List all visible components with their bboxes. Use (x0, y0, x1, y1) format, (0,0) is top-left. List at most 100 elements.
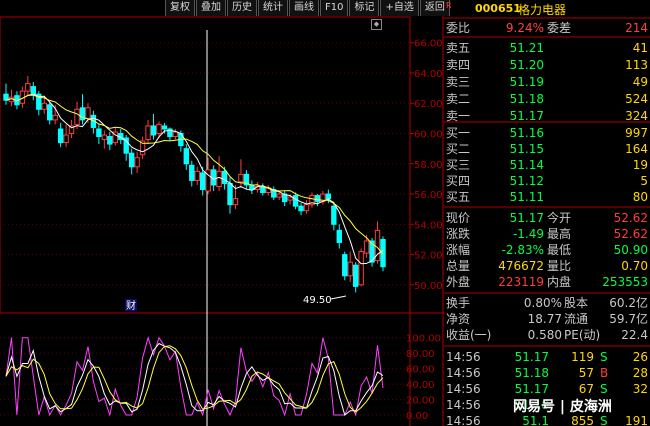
quote-label: 量比 (547, 259, 571, 273)
y-tick-label: 58.00 (414, 160, 443, 171)
finance-marker: 财 (126, 299, 136, 312)
toolbar-button-7[interactable]: +自选 (380, 0, 419, 16)
candle-body (358, 251, 364, 286)
quote-value: 476672 (498, 259, 544, 273)
buy-vol-3: 19 (633, 158, 648, 172)
quote-label: 总量 (446, 259, 470, 273)
candle-body (145, 125, 151, 141)
candle-body (363, 240, 370, 254)
toolbar-button-6[interactable]: 标记 (349, 0, 380, 16)
candle-body (238, 173, 244, 183)
sell-price-1: 51.17 (510, 109, 544, 123)
quote-label: 现价 (446, 211, 470, 225)
candle-body (342, 254, 348, 277)
tick-bs: S (600, 382, 608, 396)
y-tick-label: 54.00 (414, 220, 443, 231)
r-badge: R (446, 1, 452, 10)
tick-bs: S (600, 350, 608, 364)
y-tick-label: 50.00 (414, 281, 443, 292)
sell-vol-3: 49 (633, 75, 648, 89)
candle-body (107, 136, 113, 145)
fund-label: 换手 (446, 296, 470, 310)
weicha-value: 214 (625, 21, 648, 35)
tick-bs: B (600, 366, 608, 380)
ind-tick-label: 100.00 (406, 334, 441, 345)
quote-value: -2.83% (502, 243, 544, 257)
ma5-line (5, 93, 384, 265)
tick-price: 51.17 (515, 382, 549, 396)
sell-vol-1: 324 (625, 109, 648, 123)
weicha-label: 委差 (547, 21, 571, 35)
sell-label-4: 卖四 (446, 58, 470, 72)
tick-vol: 119 (571, 350, 594, 364)
stock-code[interactable]: 000651 (475, 2, 521, 15)
tick-time: 14:56 (446, 414, 481, 426)
candle-body (331, 205, 337, 225)
stock-name[interactable]: 格力电器 (518, 1, 566, 18)
sell-vol-2: 524 (625, 92, 648, 106)
buy-label-5: 买五 (446, 190, 470, 204)
candle-body (52, 114, 58, 121)
candle-body (325, 193, 332, 200)
ma10-line (5, 94, 384, 255)
candle-body (41, 102, 47, 110)
candle-body (96, 128, 102, 138)
tick-count: 32 (633, 382, 648, 396)
candle-body (336, 229, 342, 243)
ind-tick-label: 80.00 (406, 349, 435, 360)
quote-value: 52.62 (614, 211, 648, 225)
tick-vol: 67 (579, 382, 594, 396)
quote-panel: 委比 9.24% 委差 214 卖五 51.21 41 卖四 51.20 113 卖三 51.19 49… (444, 17, 650, 426)
toolbar-button-0[interactable]: 复权 (165, 0, 195, 16)
candle-body (292, 195, 299, 207)
fund-label: 净资 (446, 312, 470, 326)
quote-value: 253553 (602, 275, 648, 289)
sell-vol-4: 113 (625, 58, 648, 72)
gear-icon[interactable]: ◆ (371, 19, 382, 30)
candle-body (303, 204, 310, 212)
sell-label-1: 卖一 (446, 109, 470, 123)
candle-body (287, 196, 293, 201)
toolbar-button-5[interactable]: F10 (320, 0, 349, 16)
fund-value: 59.7亿 (609, 311, 648, 326)
candle-body (183, 148, 190, 165)
toolbar-button-1[interactable]: 叠加 (196, 0, 226, 16)
toolbar-button-2[interactable]: 历史 (227, 0, 257, 16)
candle-body (25, 83, 31, 92)
j-line (5, 345, 384, 413)
buy-price-5: 51.11 (510, 190, 544, 204)
quote-value: 223119 (498, 275, 544, 289)
sell-price-2: 51.18 (510, 92, 544, 106)
quote-label: 最低 (547, 243, 571, 257)
tick-vol: 57 (579, 366, 594, 380)
low-arrow (330, 295, 347, 300)
ind-tick-label: 0.00 (406, 411, 428, 422)
toolbar-button-4[interactable]: 画线 (289, 0, 319, 16)
sell-price-5: 51.21 (510, 41, 544, 55)
ind-tick-label: 20.00 (406, 396, 435, 407)
quote-value: 51.17 (510, 211, 544, 225)
candle-body (276, 193, 282, 198)
toolbar-button-3[interactable]: 统计 (258, 0, 288, 16)
candle-body (128, 152, 135, 168)
tick-price: 51.18 (515, 366, 549, 380)
candle-body (194, 170, 200, 181)
y-tick-label: 60.00 (414, 130, 443, 141)
sell-label-3: 卖三 (446, 75, 470, 89)
buy-vol-1: 997 (625, 126, 648, 140)
candle-body (74, 108, 80, 125)
y-tick-label: 66.00 (414, 39, 443, 50)
buy-label-3: 买三 (446, 158, 470, 172)
candle-body (47, 104, 53, 121)
buy-vol-5: 80 (633, 190, 648, 204)
kline-chart[interactable]: 66.00 64.00 62.00 60.00 58.00 56.00 54.00 52.00… (0, 0, 444, 426)
candle-body (134, 157, 140, 168)
low-annotation: 49.50 (303, 295, 332, 306)
tick-count: 26 (633, 350, 648, 364)
candle-body (156, 123, 162, 135)
candle-body (199, 172, 206, 191)
quote-label: 最高 (547, 226, 571, 241)
candle-body (216, 170, 222, 187)
candle-body (161, 125, 168, 130)
tick-time: 14:56 (446, 366, 481, 380)
